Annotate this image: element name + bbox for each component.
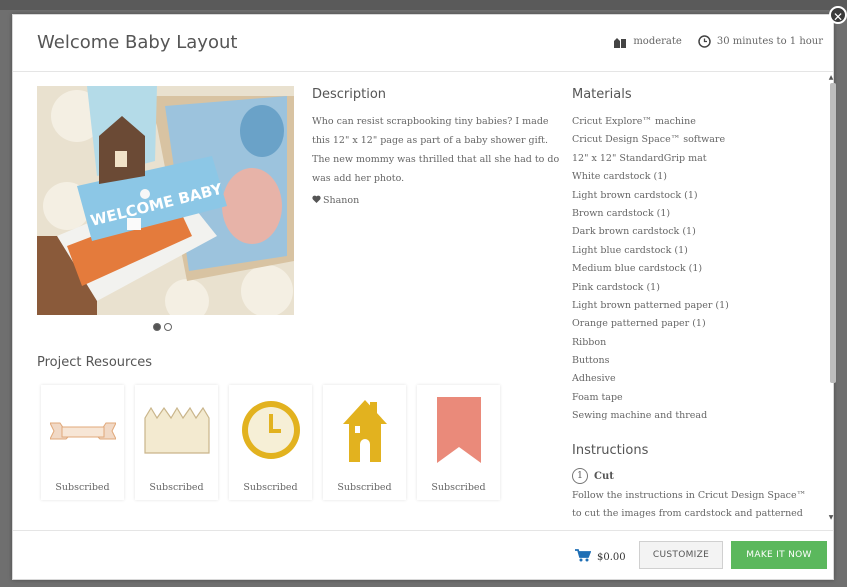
step-title: Cut [594,470,614,482]
material-item: Light brown patterned paper (1) [572,299,729,311]
price-label: $0.00 [597,551,626,563]
resource-card[interactable]: Subscribed [135,385,218,500]
clock-icon [229,395,312,465]
author-link[interactable]: Shanon [312,195,359,206]
material-item: Brown cardstock (1) [572,207,671,219]
difficulty-label: moderate [633,36,682,47]
material-item: Buttons [572,355,610,367]
project-meta: moderate 30 minutes to 1 hour [613,35,823,48]
material-item: Ribbon [572,336,607,348]
step-number: 1 [572,468,588,484]
material-item: 12" x 12" StandardGrip mat [572,152,707,164]
resource-card[interactable]: Subscribed [229,385,312,500]
modal-header: Welcome Baby Layout moderate 30 minutes … [13,15,833,72]
resource-card[interactable]: Subscribed [417,385,500,500]
cart-price: $0.00 [575,549,626,565]
resource-card[interactable]: Subscribed [323,385,406,500]
step-header: 1 Cut [572,468,614,484]
material-item: Light brown cardstock (1) [572,189,698,201]
modal-footer: $0.00 CUSTOMIZE MAKE IT NOW [13,530,833,581]
resource-card[interactable]: Subscribed [41,385,124,500]
material-item: Foam tape [572,391,623,403]
scrollbar-thumb[interactable] [830,83,836,383]
material-item: Dark brown cardstock (1) [572,226,696,238]
project-photo[interactable]: WELCOME BABY [37,86,294,315]
materials-panel: Materials Cricut Explore™ machine Cricut… [570,77,822,527]
author-name: Shanon [323,195,360,206]
resources-list: Subscribed Subscribed Subscribed Subscri… [41,385,500,500]
material-item: White cardstock (1) [572,171,667,183]
material-item: Adhesive [572,373,616,385]
gallery-dot-2[interactable] [164,323,172,331]
resource-status: Subscribed [55,482,110,493]
material-item: Light blue cardstock (1) [572,244,688,256]
cart-icon [575,549,592,565]
gallery-dots [153,323,172,331]
modal-title: Welcome Baby Layout [37,32,238,53]
resource-status: Subscribed [243,482,298,493]
customize-button[interactable]: CUSTOMIZE [639,541,723,569]
description-heading: Description [312,87,387,102]
scroll-up-arrow[interactable]: ▲ [828,75,834,81]
heart-icon [312,195,321,206]
time-label: 30 minutes to 1 hour [716,36,823,47]
page-backdrop [0,0,847,10]
description-text: Who can resist scrapbooking tiny babies?… [312,116,560,184]
step-text: Follow the instructions in Cricut Design… [572,490,807,519]
material-item: Medium blue cardstock (1) [572,263,703,275]
material-item: Cricut Design Space™ software [572,134,726,146]
project-modal: Welcome Baby Layout moderate 30 minutes … [12,14,836,581]
resource-status: Subscribed [337,482,392,493]
material-item: Orange patterned paper (1) [572,318,706,330]
material-item: Sewing machine and thread [572,410,708,422]
materials-heading: Materials [572,87,632,102]
resource-status: Subscribed [149,482,204,493]
materials-list: Cricut Explore™ machine Cricut Design Sp… [572,113,729,426]
make-it-now-button[interactable]: MAKE IT NOW [731,541,827,569]
gallery-dot-1[interactable] [153,323,161,331]
scalloped-border-icon [135,395,218,465]
instructions-heading: Instructions [572,443,649,458]
material-item: Pink cardstock (1) [572,281,660,293]
clock-icon [698,35,711,48]
scroll-down-arrow[interactable]: ▼ [828,515,834,521]
resources-heading: Project Resources [37,355,153,370]
close-icon[interactable]: ✕ [829,6,847,24]
house-icon [323,395,406,465]
difficulty-icon [613,36,627,48]
material-item: Cricut Explore™ machine [572,116,696,127]
banner-ribbon-icon [41,395,124,465]
pennant-flag-icon [417,395,500,465]
resource-status: Subscribed [431,482,486,493]
